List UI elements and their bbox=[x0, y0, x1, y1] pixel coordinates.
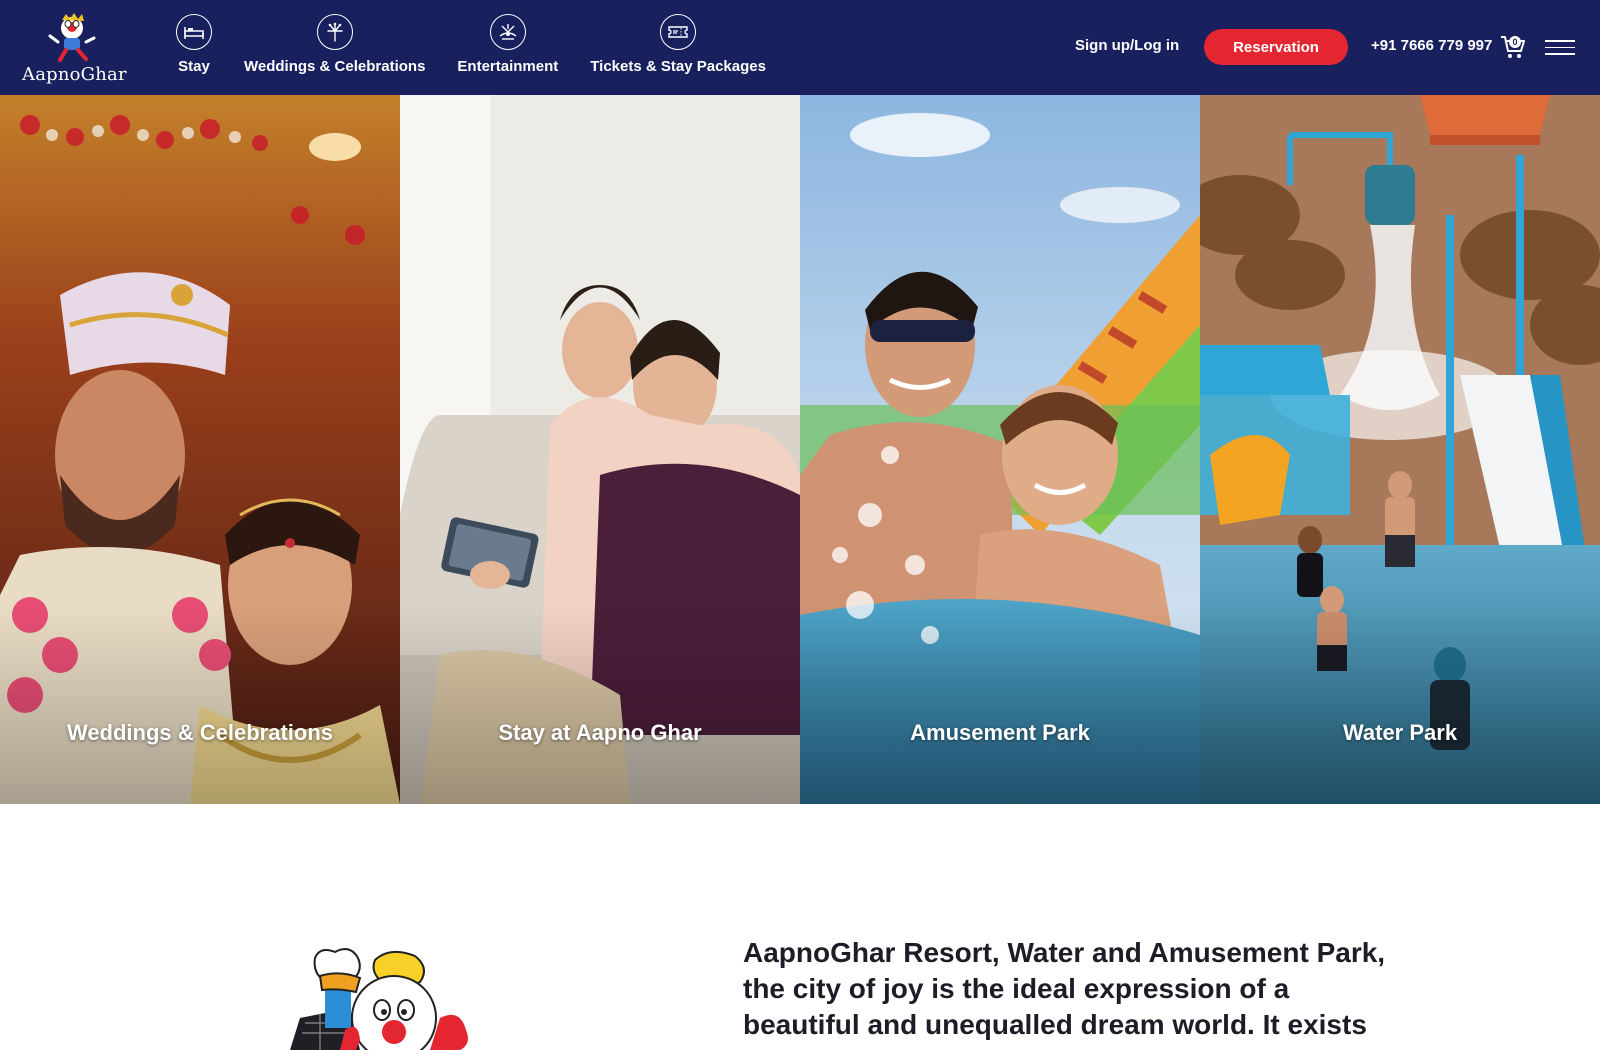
nav-label: Entertainment bbox=[457, 58, 559, 75]
intro-paragraph: AapnoGhar Resort, Water and Amusement Pa… bbox=[743, 937, 1386, 1040]
nav-item-tickets[interactable]: Tickets & Stay Packages bbox=[574, 14, 782, 80]
nav-item-stay[interactable]: Stay bbox=[160, 14, 228, 80]
fireworks-icon bbox=[316, 14, 353, 50]
tile-overlay bbox=[1200, 604, 1600, 804]
hamburger-icon[interactable] bbox=[1545, 40, 1575, 56]
site-header: AapnoGhar Stay Weddings & Celebrations E… bbox=[0, 0, 1600, 95]
nav-item-entertainment[interactable]: Entertainment bbox=[441, 14, 574, 80]
tile-weddings[interactable]: Weddings & Celebrations bbox=[0, 95, 400, 804]
cart-button[interactable]: 0 bbox=[1500, 34, 1526, 60]
signup-login-link[interactable]: Sign up/Log in bbox=[1075, 37, 1179, 54]
bed-icon bbox=[176, 14, 212, 50]
tile-amusement-park[interactable]: Amusement Park bbox=[800, 95, 1200, 804]
mascot-illustration bbox=[290, 948, 468, 1050]
tile-overlay bbox=[400, 604, 800, 804]
ride-icon bbox=[489, 14, 526, 50]
logo-text: AapnoGhar bbox=[22, 64, 127, 85]
tile-label: Water Park bbox=[1342, 720, 1458, 745]
phone-number[interactable]: +91 7666 779 997 bbox=[1371, 37, 1492, 54]
tile-label: Amusement Park bbox=[910, 720, 1090, 745]
ticket-icon bbox=[660, 14, 697, 50]
tile-overlay bbox=[800, 604, 1200, 804]
main-nav: Stay Weddings & Celebrations Entertainme… bbox=[160, 14, 782, 80]
tile-label: Stay at Aapno Ghar bbox=[498, 720, 702, 745]
nav-item-weddings[interactable]: Weddings & Celebrations bbox=[228, 14, 441, 80]
tile-water-park[interactable]: Water Park bbox=[1200, 95, 1600, 804]
tile-label: Weddings & Celebrations bbox=[66, 720, 334, 745]
tile-overlay bbox=[0, 604, 400, 804]
reservation-button[interactable]: Reservation bbox=[1204, 29, 1348, 65]
nav-label: Tickets & Stay Packages bbox=[590, 58, 766, 75]
cart-count-badge: 0 bbox=[1509, 36, 1521, 48]
tile-stay[interactable]: Stay at Aapno Ghar bbox=[400, 95, 800, 804]
nav-label: Stay bbox=[178, 58, 210, 75]
site-logo[interactable]: AapnoGhar bbox=[22, 12, 127, 85]
mascot-logo-icon bbox=[48, 13, 96, 62]
nav-label: Weddings & Celebrations bbox=[244, 58, 426, 75]
hero-tiles: Weddings & Celebrations Stay at Aapno Gh… bbox=[0, 95, 1600, 804]
